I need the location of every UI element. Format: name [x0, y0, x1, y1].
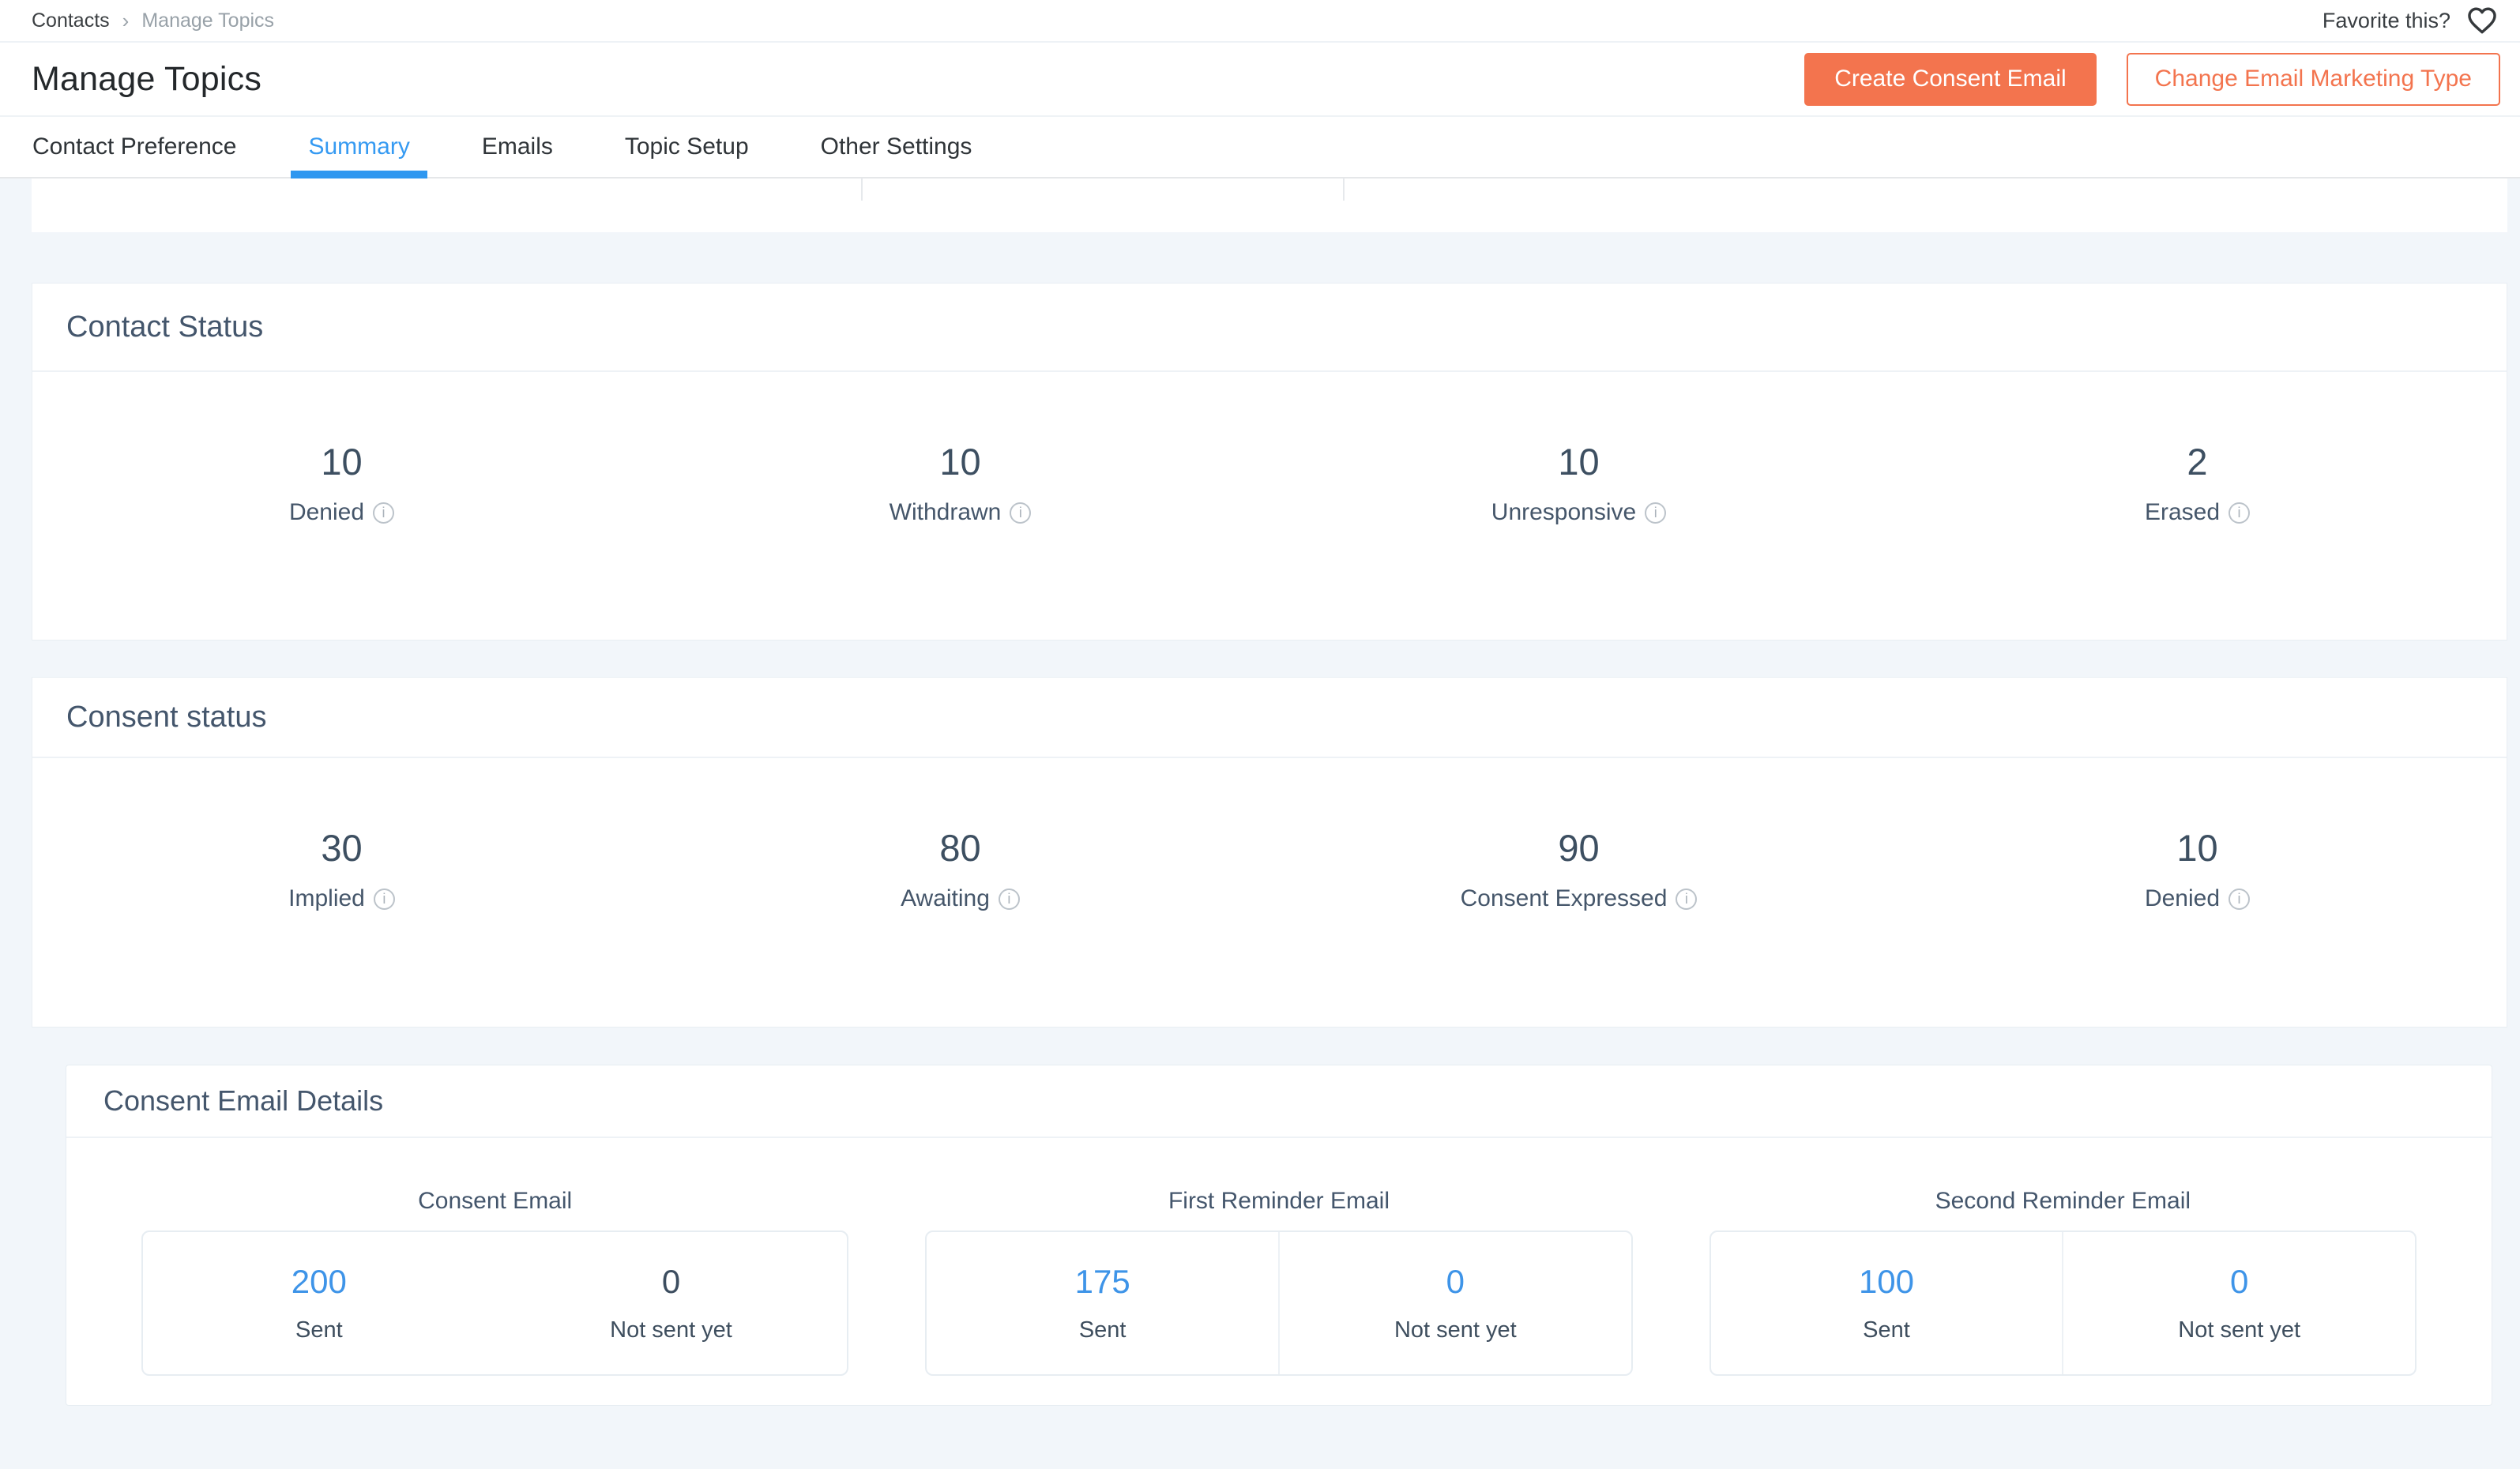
- contact-status-stats: 10 Deniedi 10 Withdrawni 10 Unresponsive…: [32, 372, 2507, 526]
- stat-label: Awaiting: [901, 885, 990, 912]
- group-title: Second Reminder Email: [1709, 1188, 2417, 1215]
- sent-count-link[interactable]: 100: [1711, 1265, 2063, 1298]
- second-reminder-email-group: Second Reminder Email 100 Sent 0 Not sen…: [1709, 1138, 2417, 1376]
- consent-status-card: Consent status 30 Implied i 80 Awaiting i …: [32, 677, 2507, 1028]
- stat-label: Denied: [289, 499, 364, 526]
- stat-value: 10: [32, 441, 651, 483]
- favorite-control: Favorite this?: [2323, 6, 2498, 35]
- breadcrumb-current-page: Manage Topics: [141, 9, 274, 32]
- stat-awaiting: 80 Awaiting i: [651, 827, 1269, 912]
- contact-status-title: Contact Status: [32, 284, 2507, 372]
- breadcrumb-contacts-link[interactable]: Contacts: [32, 9, 110, 32]
- cell-label: Not sent yet: [2063, 1317, 2415, 1343]
- group-box: 175 Sent 0 Not sent yet: [925, 1230, 1632, 1376]
- info-icon[interactable]: i: [374, 889, 395, 910]
- top-bar: Contacts › Manage Topics Favorite this?: [0, 0, 2520, 43]
- stat-label: Withdrawn: [890, 499, 1002, 526]
- cell-label: Not sent yet: [495, 1317, 848, 1343]
- create-consent-email-button[interactable]: Create Consent Email: [1804, 53, 2096, 106]
- stat-value: 2: [1888, 441, 2507, 483]
- stat-value: 10: [1269, 441, 1888, 483]
- consent-status-title: Consent status: [32, 678, 2507, 758]
- stat-label: Unresponsive: [1491, 499, 1636, 526]
- consent-email-details-title: Consent Email Details: [66, 1065, 2492, 1138]
- tab-bar: Contact Preference Summary Emails Topic …: [0, 117, 2520, 178]
- sent-cell: 175 Sent: [927, 1232, 1278, 1374]
- page-title: Manage Topics: [32, 60, 261, 99]
- not-sent-count-link[interactable]: 0: [1280, 1265, 1631, 1298]
- breadcrumb-separator-icon: ›: [122, 9, 130, 33]
- not-sent-count-link[interactable]: 0: [2063, 1265, 2415, 1298]
- tab-other-settings[interactable]: Other Settings: [803, 117, 990, 177]
- sent-count-link[interactable]: 175: [927, 1265, 1278, 1298]
- consent-email-details-card: Consent Email Details Consent Email 200 …: [66, 1065, 2492, 1406]
- tab-summary[interactable]: Summary: [291, 117, 427, 177]
- stat-label: Erased: [2145, 499, 2220, 526]
- info-icon[interactable]: i: [1010, 502, 1031, 524]
- cell-label: Sent: [1711, 1317, 2063, 1343]
- not-sent-cell: 0 Not sent yet: [1278, 1232, 1631, 1374]
- not-sent-cell: 0 Not sent yet: [2062, 1232, 2415, 1374]
- group-title: Consent Email: [141, 1188, 848, 1215]
- sent-cell: 100 Sent: [1711, 1232, 2063, 1374]
- stat-label: Consent Expressed: [1461, 885, 1668, 912]
- favorite-label: Favorite this?: [2323, 9, 2450, 33]
- sent-cell: 200 Sent: [143, 1232, 495, 1374]
- stat-label: Denied: [2145, 885, 2220, 912]
- tab-emails[interactable]: Emails: [465, 117, 570, 177]
- cell-label: Sent: [143, 1317, 495, 1343]
- not-sent-cell: 0 Not sent yet: [495, 1232, 848, 1374]
- info-icon[interactable]: i: [999, 889, 1020, 910]
- stat-implied: 30 Implied i: [32, 827, 651, 912]
- stat-value: 10: [1888, 827, 2507, 870]
- group-title: First Reminder Email: [925, 1188, 1632, 1215]
- stat-unresponsive: 10 Unresponsive i: [1269, 441, 1888, 526]
- group-box: 200 Sent 0 Not sent yet: [141, 1230, 848, 1376]
- stat-denied: 10 Deniedi: [32, 441, 651, 526]
- stat-consent-expressed: 90 Consent Expressed i: [1269, 827, 1888, 912]
- column-divider: [1343, 178, 1345, 201]
- not-sent-count: 0: [495, 1265, 848, 1298]
- consent-email-group: Consent Email 200 Sent 0 Not sent yet: [141, 1138, 848, 1376]
- info-icon[interactable]: i: [2229, 889, 2250, 910]
- change-email-marketing-type-button[interactable]: Change Email Marketing Type: [2127, 53, 2500, 106]
- clipped-section-bottom: [32, 178, 2507, 232]
- page-body: Contact Status 10 Deniedi 10 Withdrawni …: [0, 178, 2520, 1469]
- heart-icon[interactable]: [2466, 6, 2498, 35]
- info-icon[interactable]: i: [1645, 502, 1666, 524]
- stat-erased: 2 Erasedi: [1888, 441, 2507, 526]
- sent-count-link[interactable]: 200: [143, 1265, 495, 1298]
- consent-email-details-body: Consent Email 200 Sent 0 Not sent yet Fi…: [66, 1138, 2492, 1376]
- cell-label: Not sent yet: [1280, 1317, 1631, 1343]
- cell-label: Sent: [927, 1317, 1278, 1343]
- stat-value: 90: [1269, 827, 1888, 870]
- consent-status-stats: 30 Implied i 80 Awaiting i 90 Consent Expr…: [32, 758, 2507, 912]
- info-icon[interactable]: i: [1676, 889, 1697, 910]
- tab-topic-setup[interactable]: Topic Setup: [607, 117, 766, 177]
- stat-value: 30: [32, 827, 651, 870]
- stat-denied: 10 Deniedi: [1888, 827, 2507, 912]
- breadcrumb: Contacts › Manage Topics: [32, 9, 274, 33]
- info-icon[interactable]: i: [373, 502, 394, 524]
- group-box: 100 Sent 0 Not sent yet: [1709, 1230, 2417, 1376]
- page-header: Manage Topics Create Consent Email Chang…: [0, 43, 2520, 117]
- column-divider: [861, 178, 863, 201]
- header-actions: Create Consent Email Change Email Market…: [1804, 53, 2500, 106]
- stat-label: Implied: [288, 885, 365, 912]
- stat-value: 10: [651, 441, 1269, 483]
- stat-withdrawn: 10 Withdrawn i: [651, 441, 1269, 526]
- contact-status-card: Contact Status 10 Deniedi 10 Withdrawni …: [32, 283, 2507, 641]
- first-reminder-email-group: First Reminder Email 175 Sent 0 Not sent…: [925, 1138, 1632, 1376]
- tab-contact-preference[interactable]: Contact Preference: [15, 117, 254, 177]
- info-icon[interactable]: i: [2229, 502, 2250, 524]
- stat-value: 80: [651, 827, 1269, 870]
